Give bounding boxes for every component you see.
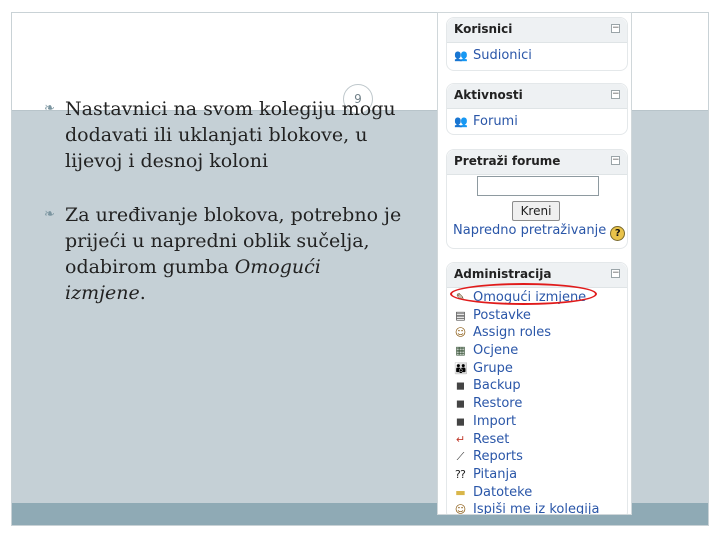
bullet-2-text: Za uređivanje blokova, potrebno je prije… <box>65 204 402 278</box>
link-label: Datoteke <box>473 484 533 500</box>
folder-icon: ▬ <box>455 485 466 499</box>
backup-icon: ◼ <box>455 379 466 393</box>
link-import[interactable]: ◼ Import <box>447 413 627 431</box>
link-ocjene[interactable]: ▦ Ocjene <box>447 342 627 360</box>
bullet-1-text: Nastavnici na svom kolegiju mogu dodavat… <box>65 98 396 172</box>
roles-icon: ☺ <box>454 326 467 340</box>
link-reports[interactable]: ⟋ Reports <box>447 448 627 466</box>
link-ispisi-me[interactable]: ☺ Ispiši me iz kolegija <box>447 501 627 515</box>
link-pitanja[interactable]: ⁇ Pitanja <box>447 466 627 484</box>
bullet-marker-icon: ❧ <box>44 101 55 116</box>
reports-icon: ⟋ <box>456 450 465 464</box>
link-label: Pitanja <box>473 466 518 482</box>
advanced-search-link[interactable]: Napredno pretraživanje? <box>453 223 626 241</box>
link-label: Reset <box>473 431 510 447</box>
admin-link-list: ✎ Omogući izmjene ▤ Postavke ☺ Assign roles… <box>447 288 627 515</box>
settings-icon: ▤ <box>455 308 466 322</box>
link-label: Grupe <box>473 360 513 376</box>
link-label: Restore <box>473 396 523 412</box>
forum-icon: 👥 <box>454 115 468 128</box>
block-aktivnosti: Aktivnosti − 👥 Forumi <box>446 83 628 135</box>
import-icon: ◼ <box>455 414 466 428</box>
groups-icon: 👪 <box>454 361 468 375</box>
block-header: Korisnici − <box>447 18 627 43</box>
hide-block-icon[interactable]: − <box>611 90 620 99</box>
moodle-sidebar-screenshot: Korisnici − 👥 Sudionici Aktivnosti − 👥 F… <box>437 12 632 515</box>
advanced-search-label: Napredno pretraživanje <box>453 223 607 238</box>
link-sudionici[interactable]: 👥 Sudionici <box>447 47 627 65</box>
bullet-2-suffix: . <box>139 282 146 304</box>
reset-icon: ↵ <box>455 432 466 446</box>
hide-block-icon[interactable]: − <box>611 24 620 33</box>
hide-block-icon[interactable]: − <box>611 156 620 165</box>
highlight-ellipse <box>450 283 597 305</box>
link-datoteke[interactable]: ▬ Datoteke <box>447 484 627 502</box>
bullet-1: ❧ Nastavnici na svom kolegiju mogu dodav… <box>44 96 404 174</box>
block-title: Aktivnosti <box>454 88 523 102</box>
block-korisnici: Korisnici − 👥 Sudionici <box>446 17 628 71</box>
block-header: Aktivnosti − <box>447 84 627 109</box>
link-label: Reports <box>473 449 523 465</box>
bullet-list: ❧ Nastavnici na svom kolegiju mogu dodav… <box>44 96 404 334</box>
link-assign-roles[interactable]: ☺ Assign roles <box>447 324 627 342</box>
restore-icon: ◼ <box>455 397 466 411</box>
unenrol-icon: ☺ <box>454 503 467 515</box>
link-backup[interactable]: ◼ Backup <box>447 377 627 395</box>
link-label: Backup <box>473 378 521 394</box>
link-forumi[interactable]: 👥 Forumi <box>447 113 627 131</box>
link-label: Sudionici <box>473 48 532 63</box>
block-title: Korisnici <box>454 22 513 36</box>
link-label: Ispiši me iz kolegija <box>473 502 600 515</box>
link-label: Ocjene <box>473 343 519 359</box>
link-postavke[interactable]: ▤ Postavke <box>447 307 627 325</box>
users-icon: 👥 <box>454 49 468 62</box>
link-label: Assign roles <box>473 325 552 341</box>
link-restore[interactable]: ◼ Restore <box>447 395 627 413</box>
grades-icon: ▦ <box>455 344 466 358</box>
bullet-marker-icon: ❧ <box>44 207 55 222</box>
forum-search-input[interactable] <box>477 176 599 196</box>
help-icon[interactable]: ? <box>610 226 626 241</box>
link-label: Forumi <box>473 114 518 129</box>
link-grupe[interactable]: 👪 Grupe <box>447 360 627 378</box>
bullet-2: ❧ Za uređivanje blokova, potrebno je pri… <box>44 202 404 306</box>
link-reset[interactable]: ↵ Reset <box>447 431 627 449</box>
block-title: Pretraži forume <box>454 154 561 168</box>
hide-block-icon[interactable]: − <box>611 269 620 278</box>
link-label: Postavke <box>473 307 531 323</box>
link-label: Import <box>473 413 517 429</box>
questions-icon: ⁇ <box>455 467 466 481</box>
search-go-button[interactable]: Kreni <box>512 201 560 221</box>
block-header: Pretraži forume − <box>447 150 627 175</box>
block-title: Administracija <box>454 267 552 281</box>
